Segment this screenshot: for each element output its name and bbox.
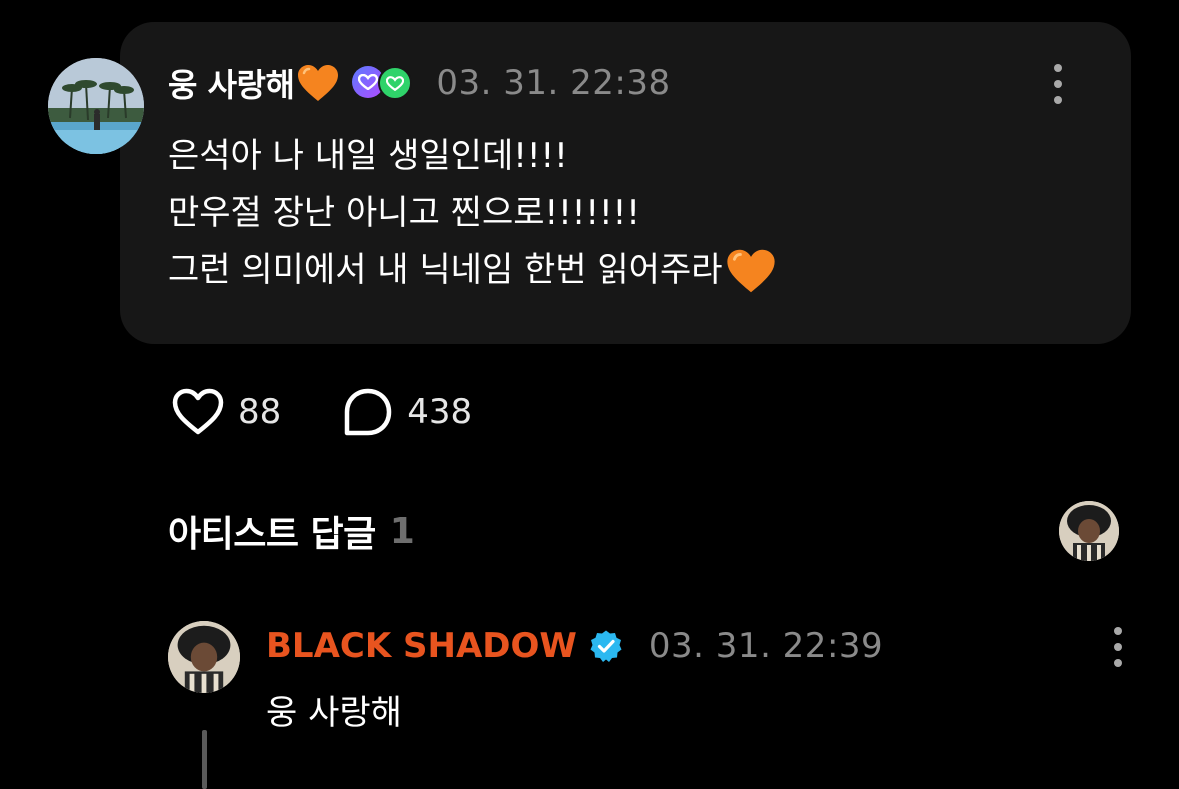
post-author-name[interactable]: 웅 사랑해 — [168, 60, 295, 106]
orange-heart-icon — [296, 63, 340, 103]
verified-check-icon — [590, 630, 622, 662]
post-author-avatar[interactable] — [48, 58, 144, 154]
artist-replies-header[interactable]: 아티스트 답글 1 — [168, 505, 415, 557]
reply-header: BLACK SHADOW 03. 31. 22:39 — [266, 622, 883, 670]
post-line-2: 만우절 장난 아니고 찐으로!!!!!!! — [168, 193, 640, 233]
reply-timestamp: 03. 31. 22:39 — [648, 626, 884, 666]
heart-outline-icon — [172, 388, 224, 435]
membership-badge-green-icon — [378, 66, 413, 100]
post-line-3: 그런 의미에서 내 닉네임 한번 읽어주라 — [168, 250, 723, 290]
artist-replies-count: 1 — [389, 510, 415, 552]
reply-author-avatar[interactable] — [168, 621, 240, 693]
reply-more-options-icon[interactable] — [1113, 627, 1123, 667]
reply-text: 웅 사랑해 — [266, 693, 402, 733]
post-more-options-icon[interactable] — [1053, 64, 1063, 104]
post-line-3-wrapper: 그런 의미에서 내 닉네임 한번 읽어주라 — [168, 242, 1108, 299]
artist-replies-label: 아티스트 답글 — [168, 514, 376, 555]
comment-thread: 웅 사랑해 03. 31. 22:38 은석아 나 내일 생일인데!!!! 만우… — [0, 0, 1179, 789]
artist-avatar-small[interactable] — [1059, 501, 1119, 561]
membership-badges — [352, 66, 413, 100]
artist-avatar-image — [1059, 501, 1119, 561]
post-actions: 88 438 — [172, 386, 472, 438]
artist-avatar-image — [168, 621, 240, 693]
comment-bubble-icon — [345, 388, 392, 436]
avatar-image — [48, 58, 144, 154]
post-line-1: 은석아 나 내일 생일인데!!!! — [168, 136, 568, 176]
comment-button[interactable]: 438 — [343, 387, 472, 437]
reply-author-name[interactable]: BLACK SHADOW — [266, 626, 577, 666]
post-text: 은석아 나 내일 생일인데!!!! 만우절 장난 아니고 찐으로!!!!!!! … — [168, 128, 1108, 299]
post-header: 웅 사랑해 03. 31. 22:38 — [168, 60, 671, 106]
thread-line — [202, 730, 207, 789]
orange-heart-icon — [725, 246, 777, 296]
post-timestamp: 03. 31. 22:38 — [436, 63, 671, 103]
comment-count: 438 — [407, 392, 473, 432]
like-count: 88 — [238, 392, 282, 432]
like-button[interactable]: 88 — [172, 388, 281, 436]
